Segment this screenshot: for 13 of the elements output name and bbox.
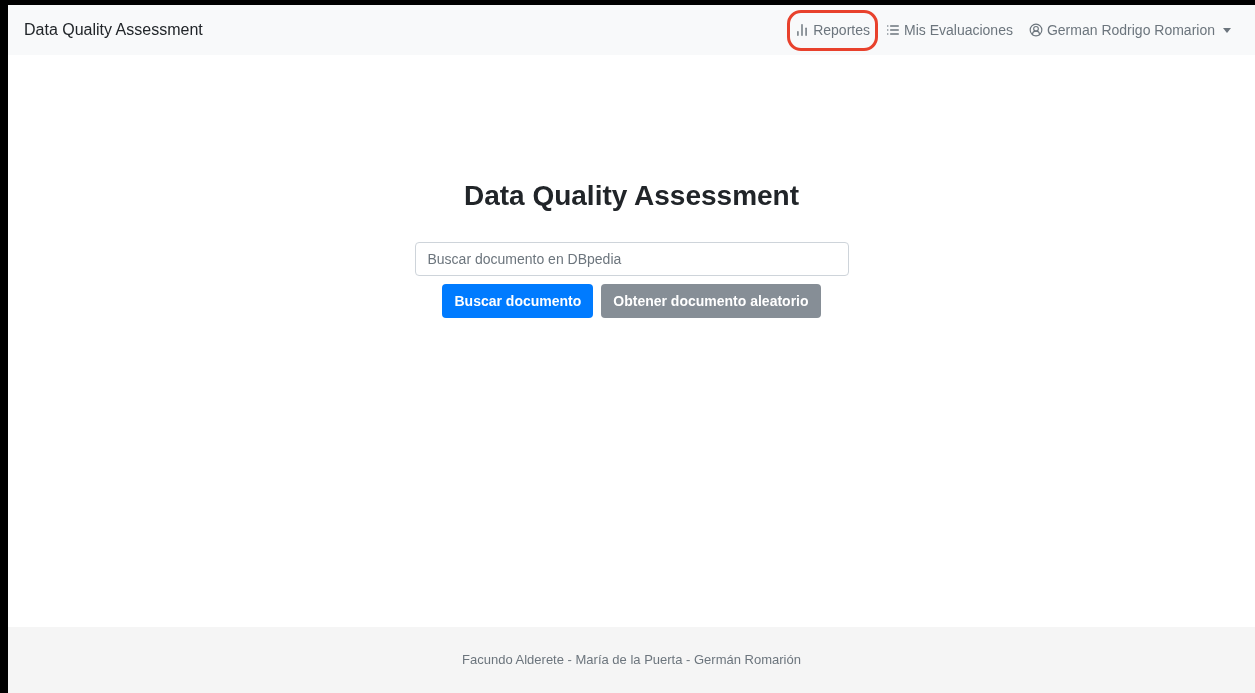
user-menu-dropdown[interactable]: German Rodrigo Romarion [1028, 19, 1231, 41]
footer-credits: Facundo Alderete - María de la Puerta - Germán Romarión [462, 651, 801, 670]
nav-link[interactable]: Reportes [795, 19, 870, 41]
nav-link[interactable]: Mis Evaluaciones [886, 19, 1013, 41]
user-circle-icon [1028, 23, 1043, 37]
random-document-button[interactable]: Obtener documento aleatorio [601, 284, 821, 318]
bar-chart-icon [795, 23, 810, 37]
list-icon [886, 23, 900, 37]
page-heading: Data Quality Assessment [463, 179, 800, 213]
caret-icon [1223, 27, 1231, 33]
search-field[interactable]: Buscar documento en DBpedia [414, 242, 849, 276]
brand-title[interactable]: Data Quality Assessment [24, 18, 203, 42]
search-button[interactable]: Buscar documento [442, 284, 594, 318]
